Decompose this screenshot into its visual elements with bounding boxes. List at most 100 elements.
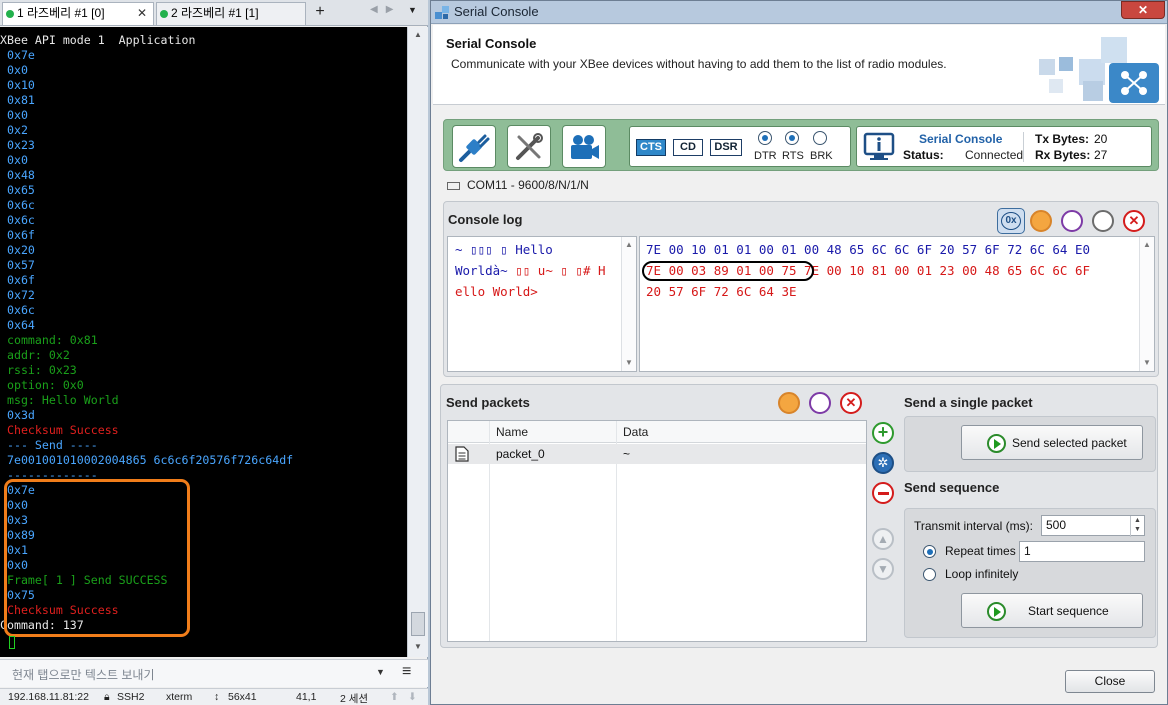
scroll-thumb[interactable]	[411, 612, 425, 636]
send-text-bar[interactable]: 현재 탭으로만 텍스트 보내기 ▼ ≡	[0, 659, 428, 687]
menu-icon[interactable]: ≡	[402, 663, 411, 681]
hex-scrollbar[interactable]: ▲ ▼	[1139, 237, 1154, 371]
tab-list-dropdown-icon[interactable]: ▼	[408, 5, 417, 15]
tab-session-2[interactable]: 2 라즈베리 #1 [1]	[156, 2, 306, 25]
arrow-down-icon[interactable]: ⬇	[408, 691, 417, 703]
app-icon	[435, 6, 449, 19]
column-data-header[interactable]: Data	[623, 425, 648, 439]
spin-up-icon[interactable]: ▲	[1134, 517, 1141, 524]
console-log-panel: Console log 0x ✕ ~ ▯▯▯ ▯ Hello Worldà~ ▯…	[443, 201, 1159, 377]
ascii-scrollbar[interactable]: ▲ ▼	[621, 237, 636, 371]
tx-bytes-value: 20	[1094, 132, 1108, 146]
clear-log-icon[interactable]	[1030, 210, 1052, 232]
scroll-up-icon[interactable]: ▲	[408, 27, 428, 43]
ascii-log-view[interactable]: ~ ▯▯▯ ▯ Hello Worldà~ ▯▯ u~ ▯ ▯# H ello …	[447, 236, 637, 372]
title-bar[interactable]: Serial Console ✕	[431, 1, 1167, 24]
rx-bytes-value: 27	[1094, 148, 1108, 162]
brk-toggle[interactable]	[813, 131, 827, 145]
new-tab-button[interactable]: +	[308, 2, 332, 24]
move-down-icon[interactable]: ▼	[872, 558, 894, 580]
scroll-down-icon[interactable]: ▼	[1143, 358, 1151, 367]
loop-infinitely-label: Loop infinitely	[945, 567, 1019, 581]
hex-view-toggle[interactable]: 0x	[997, 208, 1025, 234]
status-host: 192.168.11.81:22	[8, 691, 89, 703]
scroll-up-icon[interactable]: ▲	[625, 240, 633, 249]
status-term: xterm	[166, 691, 193, 703]
start-sequence-button[interactable]: Start sequence	[961, 593, 1143, 628]
add-packet-icon[interactable]: +	[872, 422, 894, 444]
terminal-line: option: 0x0	[0, 378, 84, 392]
play-icon	[987, 434, 1006, 453]
port-settings-text: COM11 - 9600/8/N/1/N	[467, 178, 589, 192]
hex-line-2-rest: 7E 00 10 81 00 01 23 00 48 65 6C 6C 6F	[796, 263, 1091, 278]
terminal-line: 0x72	[0, 288, 35, 302]
settings-gear-icon[interactable]: ✲	[872, 452, 894, 474]
dtr-toggle[interactable]	[758, 131, 772, 145]
terminal-line: 0x0	[0, 108, 28, 122]
status-console-name: Serial Console	[919, 132, 1003, 146]
interval-spinner[interactable]: ▲ ▼	[1130, 516, 1144, 537]
terminal-line: 0x6f	[0, 228, 35, 242]
window-title: Serial Console	[454, 4, 539, 19]
packets-table[interactable]: Name Data packet_0 ~	[447, 420, 867, 642]
send-text-input[interactable]: 현재 탭으로만 텍스트 보내기	[12, 666, 154, 683]
terminal-line: 0x6c	[0, 213, 35, 227]
session-status-icon	[6, 10, 14, 18]
status-sessions: 2 세션	[340, 693, 369, 705]
remove-packet-icon[interactable]	[872, 482, 894, 504]
repeat-times-input[interactable]: 1	[1019, 541, 1145, 562]
send-packets-title: Send packets	[446, 395, 530, 410]
transmit-interval-input[interactable]: 500 ▲ ▼	[1041, 515, 1145, 537]
terminal-scrollbar[interactable]: ▲ ▼	[407, 27, 428, 657]
column-name-header[interactable]: Name	[496, 425, 528, 439]
terminal-line: 0x20	[0, 243, 35, 257]
dialog-header: Serial Console Communicate with your XBe…	[433, 25, 1165, 105]
terminal-window: 1 라즈베리 #1 [0] ✕ 2 라즈베리 #1 [1] + ◀▶ ▼ XBe…	[0, 0, 428, 705]
rts-toggle[interactable]	[785, 131, 799, 145]
rts-label: RTS	[782, 150, 804, 162]
terminal-cursor	[9, 636, 15, 649]
scroll-down-icon[interactable]: ▼	[625, 358, 633, 367]
send-selected-packet-button[interactable]: Send selected packet	[961, 425, 1143, 460]
scroll-up-icon[interactable]: ▲	[1143, 240, 1151, 249]
document-icon	[455, 446, 469, 462]
configure-button[interactable]	[507, 125, 551, 168]
lock-icon[interactable]	[1092, 210, 1114, 232]
terminal-line: 0x0	[0, 153, 28, 167]
cts-indicator: CTS	[636, 139, 666, 156]
load-packets-icon[interactable]	[778, 392, 800, 414]
lock-icon: 🔒︎	[104, 691, 110, 703]
clear-packets-icon[interactable]: ✕	[840, 392, 862, 414]
close-log-icon[interactable]: ✕	[1123, 210, 1145, 232]
serial-port-icon	[447, 181, 460, 190]
tab-session-1[interactable]: 1 라즈베리 #1 [0] ✕	[2, 2, 154, 25]
move-up-icon[interactable]: ▲	[872, 528, 894, 550]
window-close-button[interactable]: ✕	[1121, 1, 1165, 19]
hex-log-view[interactable]: 7E 00 10 01 01 00 01 00 48 65 6C 6C 6F 2…	[639, 236, 1155, 372]
loop-infinitely-radio[interactable]	[923, 568, 936, 581]
packet-data: ~	[623, 447, 631, 461]
repeat-times-radio[interactable]	[923, 545, 936, 558]
ascii-line-1: ~ ▯▯▯ ▯ Hello	[455, 242, 553, 257]
spin-down-icon[interactable]: ▼	[1134, 526, 1141, 533]
terminal-output[interactable]: XBee API mode 1 Application 0x7e 0x0 0x1…	[0, 27, 407, 657]
hex-line-3: 20 57 6F 72 6C 64 3E	[646, 284, 797, 299]
connect-button[interactable]	[452, 125, 496, 168]
close-tab-icon[interactable]: ✕	[137, 3, 147, 24]
table-row[interactable]: packet_0 ~	[448, 444, 866, 464]
close-button[interactable]: Close	[1065, 670, 1155, 693]
connection-status-panel: Serial Console Status: Connected Tx Byte…	[856, 126, 1152, 167]
arrow-up-icon[interactable]: ⬆	[390, 691, 399, 703]
terminal-line: 0x48	[0, 168, 35, 182]
terminal-line: 0x6c	[0, 198, 35, 212]
info-monitor-icon	[863, 132, 895, 160]
save-packets-icon[interactable]	[809, 392, 831, 414]
record-button[interactable]	[562, 125, 606, 168]
tab-scroll-arrows-icon[interactable]: ◀▶	[370, 4, 401, 15]
save-log-icon[interactable]	[1061, 210, 1083, 232]
transmit-interval-value: 500	[1046, 518, 1067, 532]
scroll-down-icon[interactable]: ▼	[408, 639, 428, 655]
chevron-down-icon[interactable]: ▼	[376, 667, 385, 677]
play-icon	[987, 602, 1006, 621]
ascii-line-2-rx: Worldà~	[455, 263, 516, 278]
